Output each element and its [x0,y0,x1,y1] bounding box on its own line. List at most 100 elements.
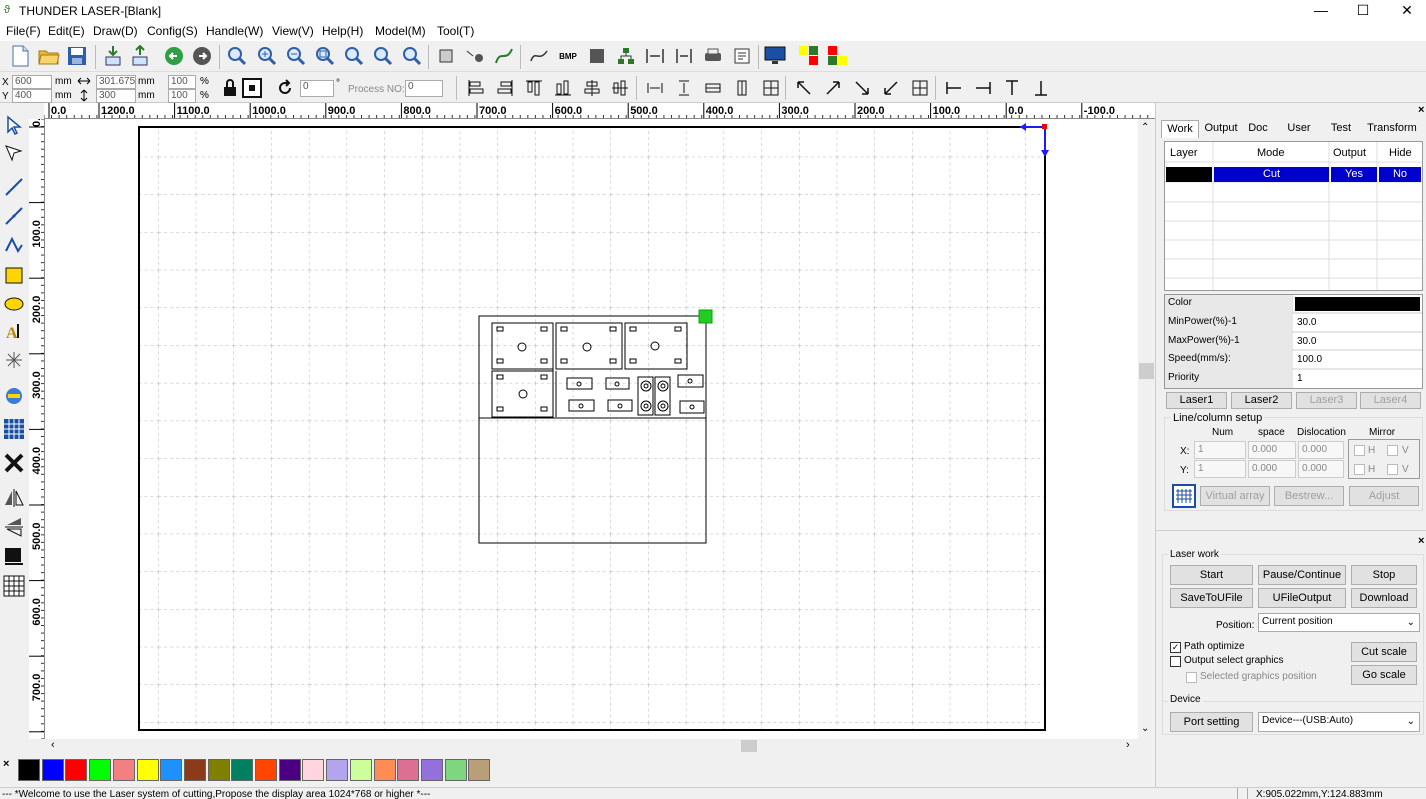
prop-priority-value[interactable]: 1 [1297,373,1303,384]
array-y-num[interactable]: 1 [1194,460,1246,478]
rotate-input[interactable]: 0 [300,80,334,97]
zoom-select-icon[interactable] [371,44,395,68]
lock-ratio-icon[interactable] [218,76,242,100]
text-tool-icon[interactable]: A [2,319,26,343]
output-select-checkbox[interactable] [1170,656,1181,667]
save-to-ufile-button[interactable]: SaveToUFile [1170,588,1253,608]
color-swatch[interactable] [302,759,325,781]
space-h-icon[interactable] [643,76,667,100]
zoom-window-icon[interactable] [313,44,337,68]
panel-close-icon[interactable]: × [1418,535,1424,547]
grid-array-icon[interactable] [2,574,26,598]
selected-position-checkbox[interactable] [1186,672,1197,683]
adjust-button[interactable]: Adjust [1349,486,1419,506]
align-center-h-icon[interactable] [608,76,632,100]
array-grid-icon[interactable] [1172,484,1196,508]
tab-user[interactable]: User [1279,120,1319,138]
move-top-left-icon[interactable] [792,76,816,100]
color-swatch[interactable] [65,759,88,781]
drawing-canvas[interactable] [45,119,1138,739]
horizontal-scroll-thumb[interactable] [741,740,757,752]
select-rect-icon[interactable] [434,44,458,68]
polyline-tool-icon[interactable] [2,204,26,228]
curve-tool-icon[interactable] [2,233,26,257]
layer-hide-cell[interactable]: No [1379,167,1421,182]
menu-help[interactable]: Help(H) [322,24,363,38]
array-tool-icon[interactable] [2,417,26,441]
move-top-right-icon[interactable] [821,76,845,100]
node-select-icon[interactable] [2,141,26,165]
color-swatch[interactable] [468,759,491,781]
align-bottom-icon[interactable] [551,76,575,100]
color-swatch[interactable] [420,759,443,781]
rectangle-tool-icon[interactable] [2,263,26,287]
array-x-dislocation[interactable]: 0.000 [1298,441,1344,459]
tab-output[interactable]: Output [1202,120,1240,138]
bitmap-icon[interactable]: BMP [556,44,580,68]
new-file-icon[interactable] [8,44,32,68]
color-swatch[interactable] [41,759,64,781]
smooth-curve-icon[interactable] [492,44,516,68]
color-swatch[interactable] [373,759,396,781]
position-select[interactable]: Current position ⌄ [1258,613,1420,632]
layer-output-cell[interactable]: Yes [1331,167,1377,182]
height-input[interactable]: 300 [96,89,136,103]
distribute-h-icon[interactable] [643,44,667,68]
array-x-space[interactable]: 0.000 [1248,441,1296,459]
align-right-icon[interactable] [493,76,517,100]
monitor-icon[interactable] [763,44,787,68]
export-icon[interactable] [128,44,152,68]
color-swatch[interactable] [89,759,112,781]
scroll-down-icon[interactable]: ⌄ [1141,723,1149,734]
space-v-icon[interactable] [672,76,696,100]
ufile-output-button[interactable]: UFileOutput [1258,588,1346,608]
array-x-num[interactable]: 1 [1194,441,1246,459]
selection-handle[interactable] [698,309,713,324]
minimize-button[interactable]: — [1298,0,1344,22]
bestrew-button[interactable]: Bestrew... [1274,486,1344,506]
color-swatch[interactable] [207,759,230,781]
document-icon[interactable] [730,44,754,68]
ellipse-tool-icon[interactable] [2,291,26,315]
same-width-icon[interactable] [701,76,725,100]
tab-work[interactable]: Work [1161,120,1199,138]
x-position-input[interactable]: 600 [12,75,52,89]
scale-y-input[interactable]: 100 [168,89,196,103]
vertical-scroll-thumb[interactable] [1139,363,1154,379]
move-right-edge-icon[interactable] [971,76,995,100]
layer-mode-cell[interactable]: Cut [1214,167,1329,182]
process-no-input[interactable]: 0 [405,80,443,97]
mirror-v-icon[interactable] [2,515,26,539]
laser4-button[interactable]: Laser4 [1360,392,1421,409]
prop-maxpower-value[interactable]: 30.0 [1297,336,1316,347]
menu-config[interactable]: Config(S) [147,24,198,38]
laser-array-icon[interactable] [826,44,850,68]
laser1-button[interactable]: Laser1 [1166,392,1227,409]
canvas-svg[interactable] [45,119,1138,739]
cut-scale-button[interactable]: Cut scale [1351,642,1417,662]
same-size-icon[interactable] [759,76,783,100]
color-swatch[interactable] [255,759,277,781]
center-anchor-icon[interactable] [240,76,264,100]
align-center-v-icon[interactable] [580,76,604,100]
color-swatch[interactable] [278,759,301,781]
same-height-icon[interactable] [730,76,754,100]
import-icon[interactable] [101,44,125,68]
color-swatch[interactable] [136,759,159,781]
zoom-in-icon[interactable] [255,44,279,68]
color-swatch[interactable] [231,759,254,781]
laser-output-icon[interactable] [2,544,26,568]
color-swatch[interactable] [112,759,135,781]
prop-color-value[interactable] [1295,297,1420,311]
horizontal-scrollbar[interactable]: ‹ › [45,739,1138,753]
scroll-right-icon[interactable]: › [1126,739,1130,751]
menu-edit[interactable]: Edit(E) [48,24,85,38]
select-arrow-icon[interactable] [2,113,26,137]
color-swatch[interactable] [397,759,420,781]
device-select[interactable]: Device---(USB:Auto) ⌄ [1258,712,1420,732]
save-icon[interactable] [65,44,89,68]
color-swatch[interactable] [326,759,349,781]
menu-file[interactable]: File(F) [6,24,41,38]
array-y-space[interactable]: 0.000 [1248,460,1296,478]
line-tool-icon[interactable] [2,175,26,199]
